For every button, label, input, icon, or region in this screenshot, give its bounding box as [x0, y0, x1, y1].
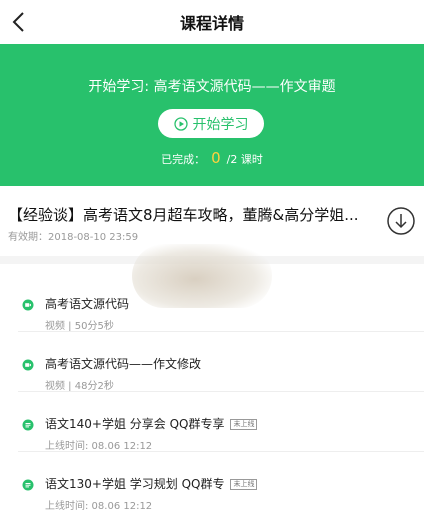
lesson-meta: 上线时间: 08.06 12:12	[45, 441, 153, 452]
lesson-name: 高考语文源代码——作文修改	[45, 357, 202, 371]
video-icon	[22, 299, 34, 311]
course-hero: 开始学习: 高考语文源代码——作文审题 开始学习 已完成： 0 /2 课时	[0, 44, 424, 186]
blurred-overlay	[132, 244, 272, 308]
live-icon	[22, 479, 34, 491]
validity-date: 有效期：2018-08-10 23:59	[8, 232, 139, 243]
download-icon[interactable]	[386, 206, 416, 236]
status-badge: 未上线	[230, 419, 258, 430]
progress-summary: 已完成： 0 /2 课时	[0, 149, 424, 167]
lesson-name: 语文140+学姐 分享会 QQ群专享 未上线	[45, 415, 258, 432]
lesson-meta: 上线时间: 08.06 12:12	[45, 501, 153, 512]
start-learning-label: 开始学习	[192, 116, 249, 133]
video-icon	[22, 359, 34, 371]
nav-bar: 课程详情	[0, 0, 424, 44]
list-item[interactable]: 高考语文源代码——作文修改 视频 | 48分2秒	[0, 332, 424, 392]
lesson-name: 语文130+学姐 学习规划 QQ群专 未上线	[45, 475, 258, 492]
lesson-title: 语文140+学姐 分享会 QQ群专享	[45, 417, 225, 431]
list-item[interactable]: 语文130+学姐 学习规划 QQ群专 未上线 上线时间: 08.06 12:12	[0, 452, 424, 512]
lesson-name: 高考语文源代码	[45, 297, 130, 311]
live-icon	[22, 419, 34, 431]
play-icon	[173, 116, 188, 131]
hero-title: 开始学习: 高考语文源代码——作文审题	[88, 79, 336, 95]
course-title: 【经验谈】高考语文8月超车攻略，董腾&高分学姐...	[8, 206, 359, 224]
lesson-meta: 视频 | 48分2秒	[45, 381, 114, 392]
completed-count: 0	[211, 149, 221, 167]
lesson-meta: 视频 | 50分5秒	[45, 321, 114, 332]
progress-prefix: 已完成：	[161, 153, 206, 166]
start-learning-button[interactable]: 开始学习	[158, 109, 264, 138]
progress-suffix: /2 课时	[226, 153, 263, 166]
list-item[interactable]: 语文140+学姐 分享会 QQ群专享 未上线 上线时间: 08.06 12:12	[0, 392, 424, 452]
lesson-title: 语文130+学姐 学习规划 QQ群专	[45, 477, 225, 491]
status-badge: 未上线	[230, 479, 258, 490]
page-title: 课程详情	[179, 14, 244, 33]
